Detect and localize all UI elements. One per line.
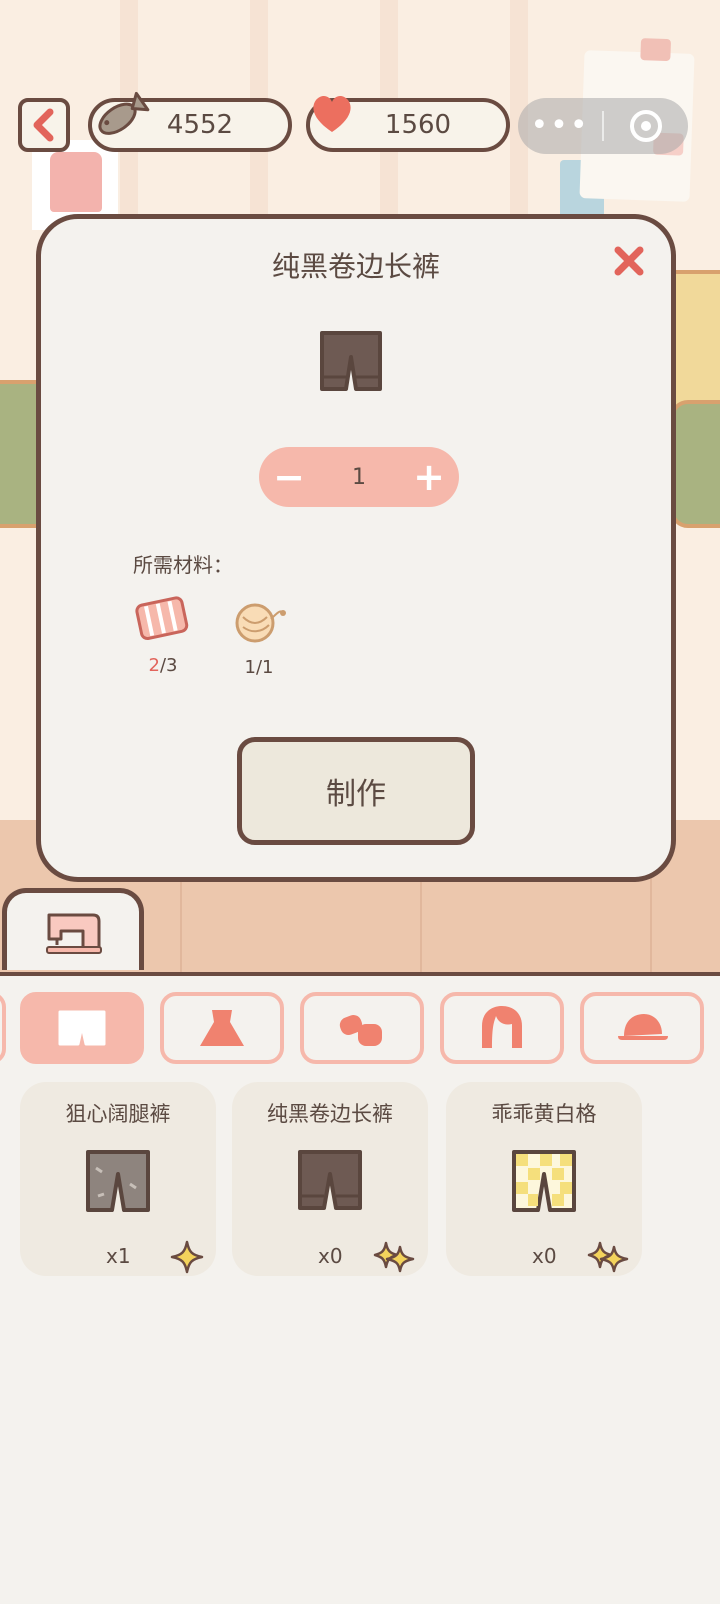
sparkle-icon [170,1240,204,1274]
item-count: x1 [106,1244,131,1268]
close-button[interactable] [607,239,651,283]
dialog-title: 纯黑卷边长裤 [271,250,440,283]
item-name: 乖乖黄白格 [491,1102,597,1126]
dress-icon [200,1010,244,1046]
category-dress[interactable] [160,992,284,1064]
category-hair[interactable] [440,992,564,1064]
sewing-machine-icon [46,913,102,954]
materials-label: 所需材料： [133,553,233,577]
close-target-icon[interactable] [604,108,688,144]
fabric-have: 2 [148,655,160,676]
category-tab-partial[interactable] [0,992,6,1064]
fish-count: 4552 [166,110,234,140]
hair-icon [482,1006,522,1048]
chevron-left-icon [33,108,54,142]
wardrobe-panel: 狙心阔腿裤 x1 纯黑卷边长裤 x0 乖乖黄白格 x0 [0,972,720,1604]
increase-button[interactable]: + [399,447,459,507]
fish-icon [98,91,150,135]
mittens-icon [339,1015,382,1046]
material-yarn[interactable]: 1/1 [229,595,289,678]
category-hat[interactable] [580,992,704,1064]
yarn-ball-icon [235,603,286,643]
shorts-icon [58,1010,106,1046]
thread-spool [670,400,720,528]
quantity-stepper: − 1 + [259,447,459,507]
craft-dialog: 纯黑卷边长裤 − 1 + 所需材料： 2/3 1/1 制作 [36,214,676,882]
yarn-have: 1 [244,657,256,678]
fabric-roll-icon [135,596,189,641]
black-pants-icon [320,331,382,391]
fish-currency: 4552 [88,91,292,152]
yarn-need: /1 [255,657,274,678]
decrease-button[interactable]: − [259,447,319,507]
heart-count: 1560 [384,110,452,140]
item-name: 纯黑卷边长裤 [267,1102,393,1126]
double-sparkle-icon [373,1241,415,1273]
more-icon[interactable]: ••• [518,98,602,154]
heart-currency: 1560 [306,95,510,152]
black-pants-icon [298,1150,362,1210]
category-gloves[interactable] [300,992,424,1064]
item-count: x0 [532,1244,557,1268]
category-pants[interactable] [20,992,144,1064]
gray-wide-pants-icon [86,1150,150,1212]
back-button[interactable] [18,98,70,152]
item-name: 狙心阔腿裤 [65,1102,171,1126]
close-icon [614,246,644,276]
heart-icon [313,95,351,132]
item-card[interactable]: 乖乖黄白格 x0 [446,1082,642,1276]
double-sparkle-icon [587,1241,629,1273]
material-fabric[interactable]: 2/3 [133,595,193,676]
miniprogram-capsule: ••• [518,98,688,154]
tab-sewing-machine[interactable] [2,888,144,970]
quantity-value: 1 [352,464,366,490]
fabric-need: /3 [159,655,178,676]
item-preview [316,329,386,399]
item-card[interactable]: 狙心阔腿裤 x1 [20,1082,216,1276]
cap-icon [618,1014,668,1040]
make-button[interactable]: 制作 [237,737,475,845]
yellow-check-pants-icon [512,1150,576,1212]
item-count: x0 [318,1244,343,1268]
item-card[interactable]: 纯黑卷边长裤 x0 [232,1082,428,1276]
